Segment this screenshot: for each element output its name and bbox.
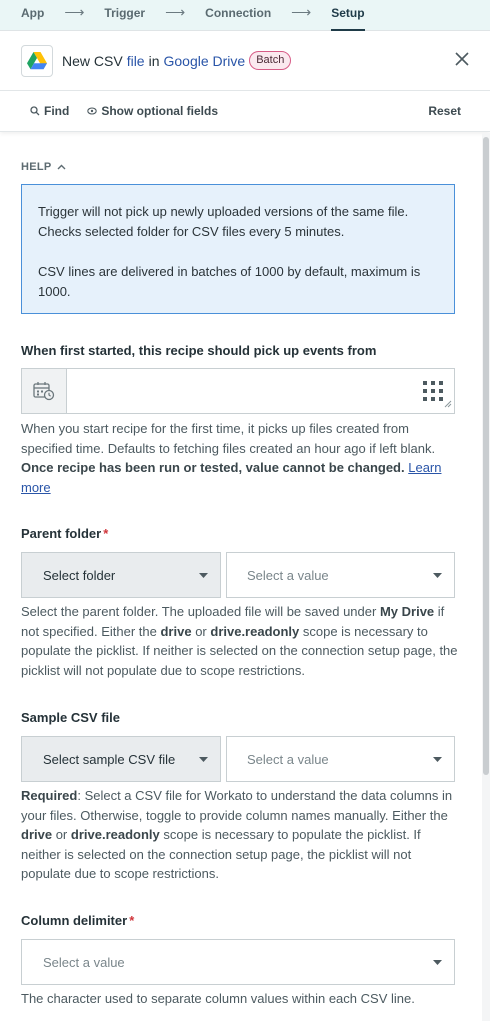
parent-folder-label-text: Parent folder [21, 526, 102, 541]
caret-down-icon [199, 757, 208, 762]
formula-keypad-icon[interactable] [423, 381, 443, 404]
title-part: New CSV [62, 52, 123, 69]
first-started-input[interactable] [67, 369, 454, 413]
column-delimiter-select[interactable]: Select a value [21, 939, 455, 985]
hint-bold: Required [21, 788, 78, 803]
help-toggle[interactable]: HELP [21, 161, 66, 173]
hint-bold: Once recipe has been run or tested, valu… [21, 460, 405, 475]
step-arrow-icon: ⟶ [64, 4, 85, 20]
help-text-line: Trigger will not pick up newly uploaded … [38, 204, 409, 239]
hint-bold: drive [21, 827, 53, 842]
first-started-label: When first started, this recipe should p… [21, 343, 377, 358]
caret-down-icon [433, 960, 442, 965]
title-app-name: Google Drive [163, 52, 246, 69]
google-drive-icon [21, 44, 53, 77]
select-folder-button[interactable]: Select folder [21, 552, 221, 598]
vertical-scrollbar[interactable] [482, 133, 490, 1021]
step-trigger[interactable]: Trigger [104, 0, 145, 31]
column-delimiter-label-text: Column delimiter [21, 913, 128, 928]
step-setup[interactable]: Setup [331, 0, 365, 31]
trigger-header: New CSV file in Google Drive Batch [0, 31, 490, 91]
eye-icon [87, 107, 98, 115]
find-label: Find [44, 104, 70, 118]
hint-text: Select the parent folder. The uploaded f… [21, 604, 377, 619]
show-optional-fields-button[interactable]: Show optional fields [87, 104, 218, 118]
form-body: HELP Trigger will not pick up newly uplo… [0, 133, 482, 1021]
parent-folder-placeholder: Select a value [247, 567, 329, 583]
help-box: Trigger will not pick up newly uploaded … [21, 184, 455, 314]
help-header-label: HELP [21, 161, 52, 173]
title-part-highlight: file [126, 52, 145, 69]
step-app[interactable]: App [21, 0, 44, 31]
trigger-title: New CSV file in Google Drive Batch [62, 51, 292, 70]
hint-text: or [55, 827, 68, 842]
form-toolbar: Find Show optional fields Reset [0, 91, 490, 132]
step-arrow-icon: ⟶ [165, 4, 186, 20]
resize-handle-icon[interactable] [444, 395, 452, 411]
title-part: in [148, 52, 160, 69]
scrollbar-thumb[interactable] [483, 137, 489, 775]
parent-folder-select[interactable]: Select a value [226, 552, 455, 598]
hint-text: : Select a CSV file for Workato to under… [21, 788, 453, 823]
hint-text: or [195, 623, 207, 639]
caret-down-icon [433, 573, 442, 578]
column-delimiter-placeholder: Select a value [43, 954, 125, 970]
find-button[interactable]: Find [30, 104, 69, 118]
hint-bold: drive.readonly [70, 827, 160, 842]
select-sample-csv-button[interactable]: Select sample CSV file [21, 736, 221, 782]
parent-folder-hint: Select the parent folder. The uploaded f… [21, 602, 461, 680]
sample-csv-select[interactable]: Select a value [226, 736, 455, 782]
sample-csv-placeholder: Select a value [247, 751, 329, 767]
calendar-clock-icon[interactable] [22, 369, 67, 413]
chevron-up-icon [57, 164, 66, 170]
reset-button[interactable]: Reset [428, 104, 461, 118]
step-arrow-icon: ⟶ [291, 4, 312, 20]
sample-csv-label: Sample CSV file [21, 710, 120, 725]
select-folder-label: Select folder [43, 567, 116, 583]
parent-folder-label: Parent folder * [21, 526, 108, 541]
required-marker: * [129, 913, 135, 928]
step-connection[interactable]: Connection [205, 0, 271, 31]
hint-text: When you start recipe for the first time… [21, 421, 436, 456]
hint-bold: drive.readonly [210, 623, 300, 639]
select-sample-csv-label: Select sample CSV file [43, 751, 176, 767]
first-started-hint: When you start recipe for the first time… [21, 419, 461, 497]
first-started-field [21, 368, 455, 414]
search-icon [30, 106, 40, 116]
hint-bold: drive [160, 623, 192, 639]
help-text-line: CSV lines are delivered in batches of 10… [38, 264, 421, 299]
column-delimiter-label: Column delimiter * [21, 913, 134, 928]
batch-badge: Batch [249, 51, 292, 70]
wizard-stepper: App ⟶ Trigger ⟶ Connection ⟶ Setup [0, 0, 490, 31]
required-marker: * [103, 526, 109, 541]
caret-down-icon [199, 573, 208, 578]
column-delimiter-hint: The character used to separate column va… [21, 991, 415, 1006]
close-icon[interactable] [454, 51, 470, 67]
sample-csv-hint: Required: Select a CSV file for Workato … [21, 786, 461, 884]
show-optional-label: Show optional fields [101, 104, 218, 118]
hint-bold: My Drive [379, 604, 435, 619]
caret-down-icon [433, 757, 442, 762]
